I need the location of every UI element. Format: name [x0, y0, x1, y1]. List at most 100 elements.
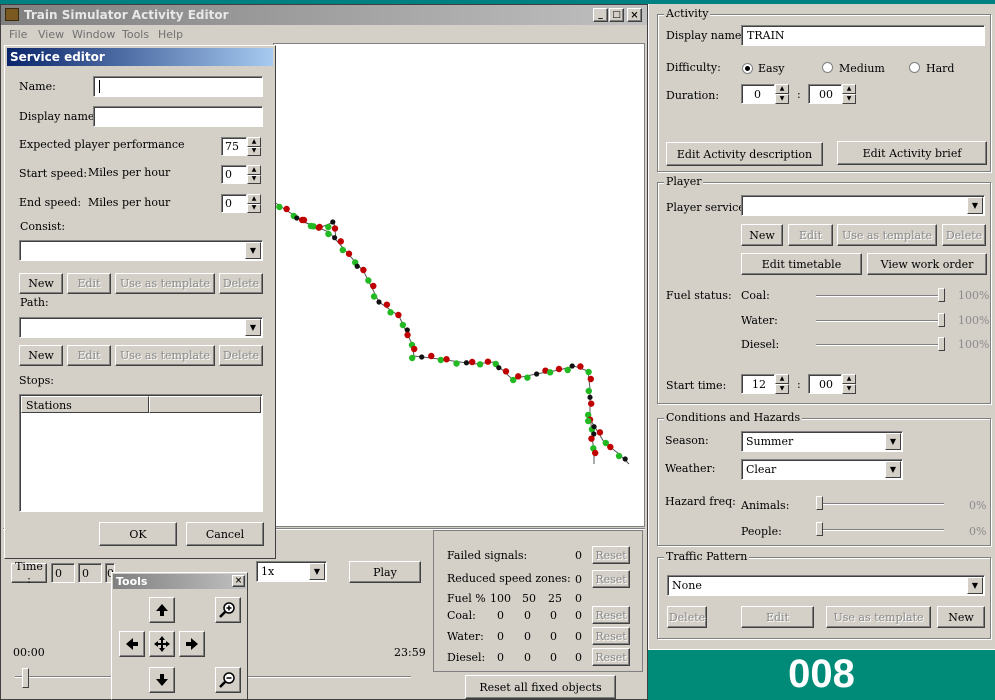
traffic-new-button[interactable]: New	[937, 606, 985, 628]
end-speed-spin-buttons[interactable]: ▲ ▼	[247, 194, 261, 213]
chevron-down-icon[interactable]: ▼	[967, 197, 983, 214]
chevron-down-icon[interactable]: ▼	[885, 461, 901, 478]
consist-delete-button[interactable]: Delete	[219, 273, 263, 294]
consist-template-button[interactable]: Use as template	[115, 273, 215, 294]
close-button[interactable]: ×	[627, 8, 642, 22]
difficulty-medium-label[interactable]: Medium	[839, 62, 885, 75]
menu-window[interactable]: Window	[72, 28, 115, 41]
cancel-button[interactable]: Cancel	[186, 522, 264, 546]
chevron-down-icon[interactable]: ▼	[885, 433, 901, 450]
chevron-down-icon[interactable]: ▼	[245, 242, 261, 259]
menu-view[interactable]: View	[38, 28, 64, 41]
people-track[interactable]	[816, 529, 944, 531]
player-edit-button[interactable]: Edit	[788, 224, 833, 246]
reset-diesel-button[interactable]: Reset	[592, 648, 630, 666]
pan-up-button[interactable]	[149, 597, 175, 623]
edit-activity-brief-button[interactable]: Edit Activity brief	[837, 141, 987, 165]
speed-select[interactable]: 1x ▼	[256, 561, 327, 582]
reset-coal-button[interactable]: Reset	[592, 606, 630, 624]
reset-water-button[interactable]: Reset	[592, 627, 630, 645]
fuel-water-thumb[interactable]	[938, 313, 945, 327]
chevron-down-icon[interactable]: ▼	[309, 563, 325, 580]
animals-thumb[interactable]	[816, 496, 823, 510]
stations-header-blank[interactable]	[149, 396, 261, 413]
difficulty-hard-label[interactable]: Hard	[926, 62, 954, 75]
maximize-button[interactable]: □	[609, 8, 624, 22]
route-map-canvas[interactable]	[273, 43, 645, 527]
traffic-delete-button[interactable]: Delete	[667, 606, 707, 628]
view-work-order-button[interactable]: View work order	[867, 253, 987, 275]
chevron-down-icon[interactable]: ▼	[967, 577, 983, 594]
difficulty-easy-radio[interactable]	[742, 63, 753, 74]
player-service-select[interactable]: ▼	[741, 195, 985, 216]
play-button[interactable]: Play	[349, 561, 421, 583]
duration-hours-spin-buttons[interactable]: ▲ ▼	[775, 84, 789, 104]
fuel-coal-thumb[interactable]	[938, 288, 945, 302]
duration-hours-spinner[interactable]: 0	[741, 84, 775, 104]
reset-failed-signals-button[interactable]: Reset	[592, 546, 630, 564]
start-minutes-spinner[interactable]: 00	[808, 374, 842, 394]
consist-edit-button[interactable]: Edit	[67, 273, 111, 294]
menu-tools[interactable]: Tools	[122, 28, 149, 41]
duration-minutes-spinner[interactable]: 00	[808, 84, 842, 104]
performance-spin-buttons[interactable]: ▲ ▼	[247, 137, 261, 156]
path-new-button[interactable]: New	[19, 345, 63, 366]
fuel-water-track[interactable]	[816, 320, 944, 322]
player-delete-button[interactable]: Delete	[942, 224, 986, 246]
pan-down-button[interactable]	[149, 667, 175, 693]
start-hours-spin-buttons[interactable]: ▲ ▼	[775, 374, 789, 394]
menu-help[interactable]: Help	[158, 28, 183, 41]
consist-select[interactable]: ▼	[19, 240, 263, 261]
tools-close-button[interactable]: ×	[232, 575, 245, 587]
stations-list[interactable]: Stations	[19, 394, 263, 512]
zoom-out-button[interactable]	[215, 667, 241, 693]
zoom-in-button[interactable]	[215, 597, 241, 623]
menu-file[interactable]: File	[9, 28, 27, 41]
people-thumb[interactable]	[816, 522, 823, 536]
time-minutes-field[interactable]: 0	[78, 563, 102, 583]
name-input[interactable]	[93, 76, 263, 97]
performance-spinner[interactable]: 75	[221, 137, 247, 156]
time-button[interactable]: Time :	[11, 560, 47, 586]
pan-left-button[interactable]	[119, 631, 145, 657]
difficulty-medium-radio[interactable]	[822, 62, 833, 73]
start-speed-spin-buttons[interactable]: ▲ ▼	[247, 165, 261, 184]
difficulty-hard-radio[interactable]	[909, 62, 920, 73]
player-new-button[interactable]: New	[741, 224, 783, 246]
consist-new-button[interactable]: New	[19, 273, 63, 294]
player-template-button[interactable]: Use as template	[837, 224, 937, 246]
fuel-coal-track[interactable]	[816, 295, 944, 297]
traffic-pattern-select[interactable]: None ▼	[667, 575, 985, 596]
season-select[interactable]: Summer ▼	[741, 431, 903, 452]
start-minutes-spin-buttons[interactable]: ▲ ▼	[842, 374, 856, 394]
pan-center-button[interactable]	[149, 631, 175, 657]
pan-right-button[interactable]	[179, 631, 205, 657]
display-name-input[interactable]	[93, 106, 263, 127]
ok-button[interactable]: OK	[99, 522, 177, 546]
path-template-button[interactable]: Use as template	[115, 345, 215, 366]
weather-select[interactable]: Clear ▼	[741, 459, 903, 480]
path-delete-button[interactable]: Delete	[219, 345, 263, 366]
fuel-diesel-thumb[interactable]	[938, 337, 945, 351]
animals-track[interactable]	[816, 503, 944, 505]
traffic-template-button[interactable]: Use as template	[826, 606, 931, 628]
difficulty-easy-label[interactable]: Easy	[758, 62, 784, 75]
traffic-edit-button[interactable]: Edit	[741, 606, 814, 628]
stations-header[interactable]: Stations	[21, 396, 149, 413]
path-edit-button[interactable]: Edit	[67, 345, 111, 366]
minimize-button[interactable]: _	[593, 8, 608, 22]
timeline-thumb[interactable]	[22, 668, 29, 688]
start-speed-spinner[interactable]: 0	[221, 165, 247, 184]
time-hours-field[interactable]: 0	[51, 563, 75, 583]
edit-activity-description-button[interactable]: Edit Activity description	[666, 142, 823, 166]
duration-minutes-spin-buttons[interactable]: ▲ ▼	[842, 84, 856, 104]
end-speed-spinner[interactable]: 0	[221, 194, 247, 213]
reset-all-fixed-objects-button[interactable]: Reset all fixed objects	[465, 675, 616, 699]
reset-reduced-speed-button[interactable]: Reset	[592, 570, 630, 588]
start-hours-spinner[interactable]: 12	[741, 374, 775, 394]
chevron-down-icon[interactable]: ▼	[245, 319, 261, 336]
activity-display-name-input[interactable]: TRAIN	[741, 25, 985, 46]
edit-timetable-button[interactable]: Edit timetable	[741, 253, 862, 275]
path-select[interactable]: ▼	[19, 317, 263, 338]
fuel-diesel-track[interactable]	[816, 344, 944, 346]
